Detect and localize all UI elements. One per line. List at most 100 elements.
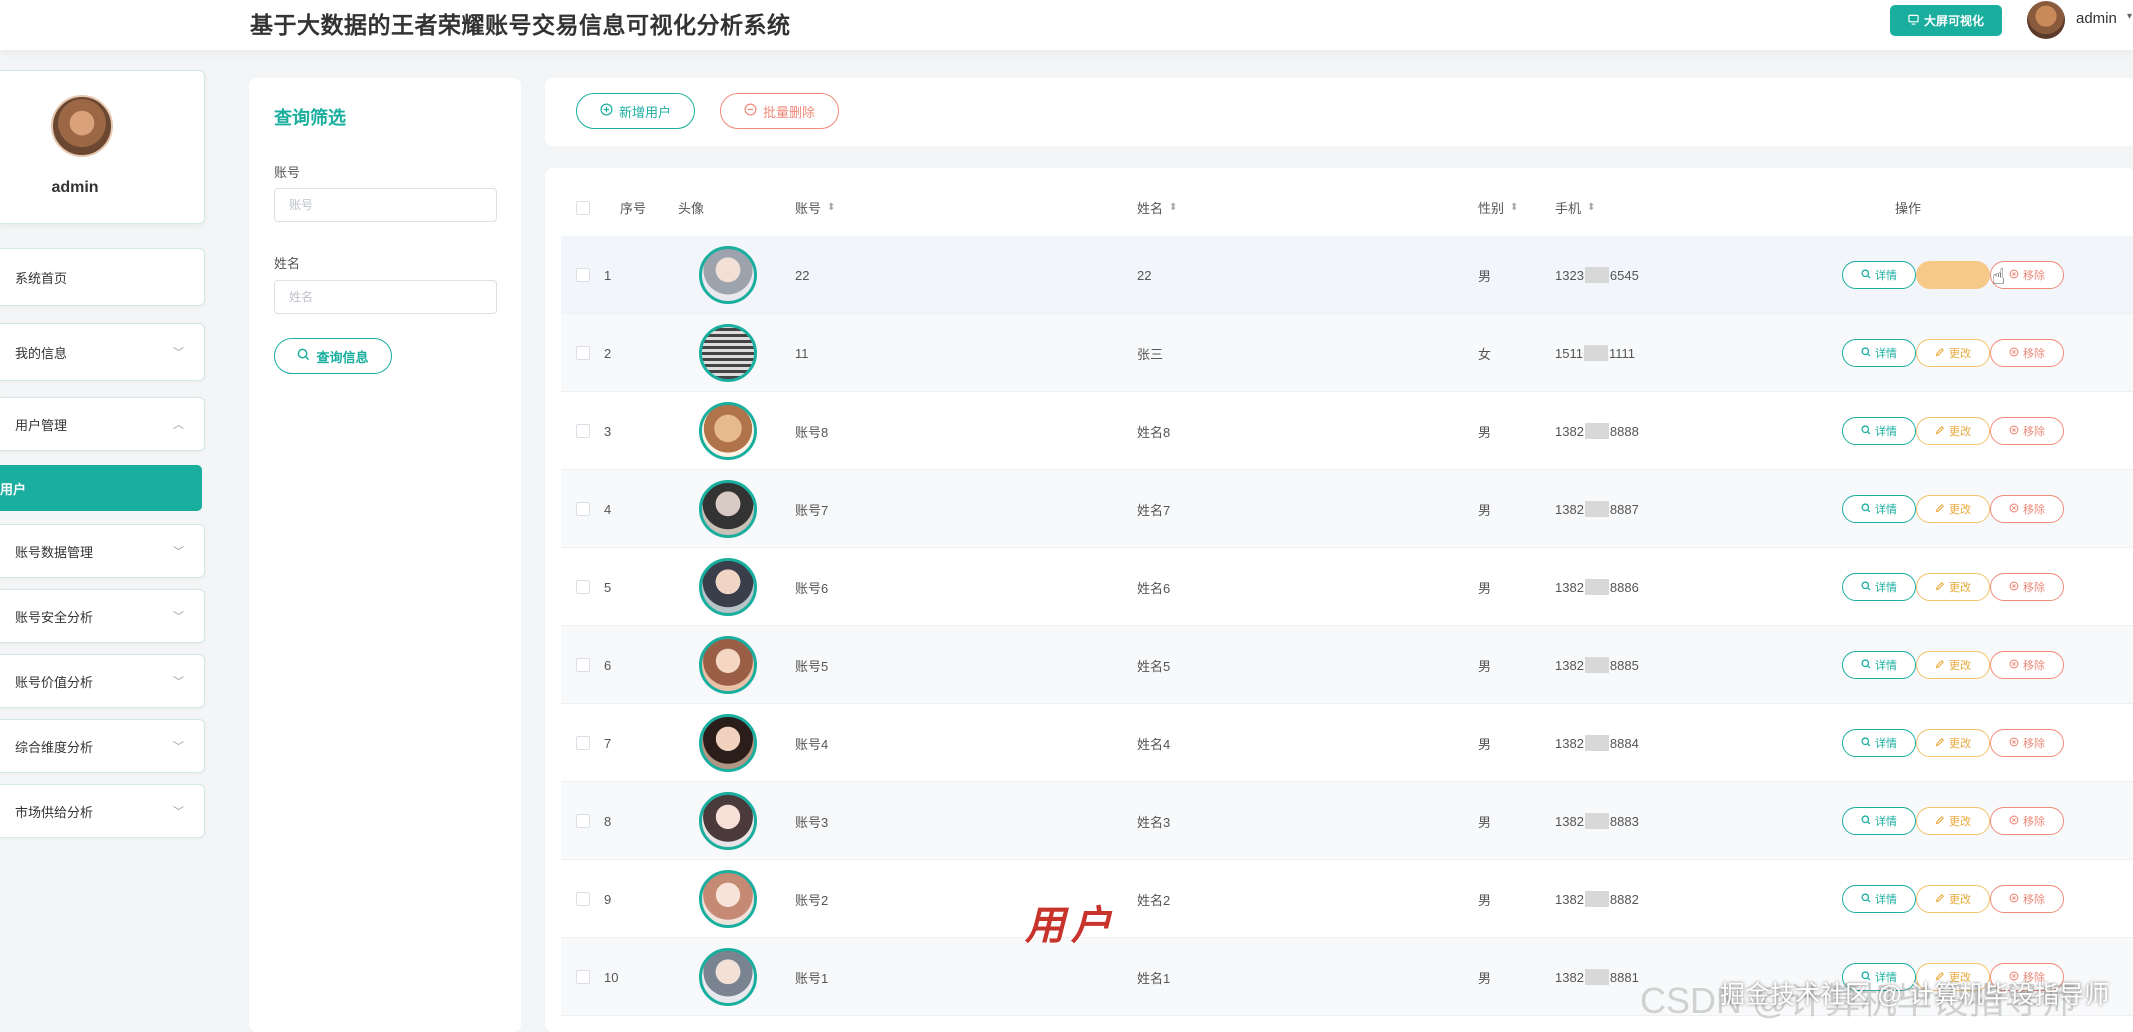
edit-button[interactable]: 更改: [1916, 573, 1990, 601]
header-name[interactable]: 姓名 ⬍: [1137, 198, 1177, 217]
edit-button[interactable]: 更改: [1916, 885, 1990, 913]
search-button[interactable]: 查询信息: [274, 338, 392, 374]
table-row[interactable]: 2 11 张三 女 1511 1111 详情 更改 移除: [561, 314, 2133, 392]
chevron-down-icon: ﹀: [173, 806, 184, 818]
bigscreen-button[interactable]: 大屏可视化: [1890, 5, 2002, 36]
name-input[interactable]: [274, 280, 497, 314]
detail-button[interactable]: 详情: [1842, 261, 1916, 289]
row-checkbox[interactable]: [576, 346, 590, 360]
edit-button[interactable]: 更改: [1916, 729, 1990, 757]
phone-prefix: 1382: [1555, 813, 1584, 829]
sidebar-item-account-security[interactable]: 账号安全分析 ﹀: [0, 589, 205, 643]
row-checkbox[interactable]: [576, 736, 590, 750]
header-actions: 操作: [1895, 201, 1922, 216]
cell-account: 账号2: [795, 892, 829, 908]
remove-button[interactable]: 移除: [1990, 729, 2064, 757]
table-row[interactable]: 5 账号6 姓名6 男 1382 8886 详情 更改 移除: [561, 548, 2133, 626]
sort-icon[interactable]: ⬍: [1169, 202, 1177, 213]
sidebar-item-my-info[interactable]: 我的信息 ﹀: [0, 323, 205, 381]
sidebar-item-label: 用户: [0, 481, 27, 497]
table-row[interactable]: 1 22 22 男 1323 6545 详情 移除: [561, 236, 2133, 314]
detail-button[interactable]: 详情: [1842, 573, 1916, 601]
sidebar-item-market-supply[interactable]: 市场供给分析 ﹀: [0, 784, 205, 838]
remove-button[interactable]: 移除: [1990, 573, 2064, 601]
remove-button[interactable]: 移除: [1990, 885, 2064, 913]
edit-button[interactable]: 更改: [1916, 807, 1990, 835]
table-row[interactable]: 8 账号3 姓名3 男 1382 8883 详情 更改 移除: [561, 782, 2133, 860]
cell-gender: 男: [1478, 658, 1492, 674]
sort-icon[interactable]: ⬍: [1587, 202, 1595, 213]
close-circle-icon: [2009, 659, 2019, 672]
remove-button[interactable]: 移除: [1990, 339, 2064, 367]
sort-icon[interactable]: ⬍: [1510, 202, 1518, 213]
row-checkbox[interactable]: [576, 580, 590, 594]
close-circle-icon: [2009, 893, 2019, 906]
sidebar-item-comprehensive[interactable]: 综合维度分析 ﹀: [0, 719, 205, 773]
cell-phone: 1323 6545: [1555, 236, 1639, 314]
avatar: [699, 714, 757, 772]
remove-label: 移除: [2023, 738, 2045, 750]
user-avatar[interactable]: [2027, 1, 2065, 39]
sidebar-item-label: 账号价值分析: [15, 674, 94, 690]
sidebar-item-account-value[interactable]: 账号价值分析 ﹀: [0, 654, 205, 708]
detail-button[interactable]: 详情: [1842, 651, 1916, 679]
remove-button[interactable]: 移除: [1990, 495, 2064, 523]
account-input[interactable]: [274, 188, 497, 222]
detail-label: 详情: [1875, 738, 1897, 750]
batch-delete-button[interactable]: 批量删除: [720, 93, 839, 129]
sidebar-item-account-data[interactable]: 账号数据管理 ﹀: [0, 524, 205, 578]
chevron-down-icon[interactable]: ▾: [2127, 11, 2132, 22]
remove-button[interactable]: 移除: [1990, 807, 2064, 835]
detail-button[interactable]: 详情: [1842, 807, 1916, 835]
search-icon: [1861, 814, 1871, 828]
detail-button[interactable]: 详情: [1842, 885, 1916, 913]
cell-gender: 男: [1478, 268, 1492, 284]
row-checkbox[interactable]: [576, 658, 590, 672]
sort-icon[interactable]: ⬍: [827, 202, 835, 213]
table-row[interactable]: 9 账号2 姓名2 男 1382 8882 详情 更改 移除: [561, 860, 2133, 938]
remove-button[interactable]: 移除: [1990, 417, 2064, 445]
add-user-button[interactable]: 新增用户: [576, 93, 695, 129]
edit-button[interactable]: 更改: [1916, 495, 1990, 523]
pencil-icon: [1935, 581, 1945, 594]
cell-gender: 男: [1478, 892, 1492, 908]
sidebar-item-users[interactable]: 用户: [0, 465, 202, 511]
select-all-checkbox[interactable]: [576, 201, 590, 215]
cell-account: 账号6: [795, 580, 829, 596]
cell-account: 账号3: [795, 814, 829, 830]
cell-gender: 男: [1478, 814, 1492, 830]
header-phone[interactable]: 手机 ⬍: [1555, 198, 1595, 217]
cell-phone: 1382 8884: [1555, 704, 1639, 782]
header-gender[interactable]: 性别 ⬍: [1478, 198, 1518, 217]
sidebar-item-home[interactable]: 系统首页: [0, 248, 205, 306]
detail-button[interactable]: 详情: [1842, 729, 1916, 757]
avatar: [699, 636, 757, 694]
close-circle-icon: [2009, 737, 2019, 750]
detail-button[interactable]: 详情: [1842, 339, 1916, 367]
header-account[interactable]: 账号 ⬍: [795, 198, 835, 217]
table-row[interactable]: 4 账号7 姓名7 男 1382 8887 详情 更改 移除: [561, 470, 2133, 548]
table-row[interactable]: 6 账号5 姓名5 男 1382 8885 详情 更改 移除: [561, 626, 2133, 704]
row-checkbox[interactable]: [576, 970, 590, 984]
edit-button[interactable]: 更改: [1916, 651, 1990, 679]
detail-button[interactable]: 详情: [1842, 417, 1916, 445]
row-checkbox[interactable]: [576, 502, 590, 516]
edit-button[interactable]: 更改: [1916, 339, 1990, 367]
row-checkbox[interactable]: [576, 268, 590, 282]
row-checkbox[interactable]: [576, 424, 590, 438]
filter-panel: 查询筛选 账号 姓名 查询信息: [249, 78, 521, 1032]
phone-mask: [1584, 969, 1609, 985]
remove-button[interactable]: 移除: [1990, 651, 2064, 679]
edit-button[interactable]: [1916, 261, 1990, 289]
detail-button[interactable]: 详情: [1842, 495, 1916, 523]
edit-button[interactable]: 更改: [1916, 417, 1990, 445]
cell-index: 8: [604, 813, 612, 829]
search-icon: [297, 348, 310, 364]
sidebar-item-user-management[interactable]: 用户管理 ︿: [0, 397, 205, 451]
chevron-down-icon: ﹀: [173, 611, 184, 623]
table-row[interactable]: 7 账号4 姓名4 男 1382 8884 详情 更改 移除: [561, 704, 2133, 782]
row-checkbox[interactable]: [576, 892, 590, 906]
table-row[interactable]: 3 账号8 姓名8 男 1382 8888 详情 更改 移除: [561, 392, 2133, 470]
row-checkbox[interactable]: [576, 814, 590, 828]
username[interactable]: admin: [2076, 10, 2117, 27]
